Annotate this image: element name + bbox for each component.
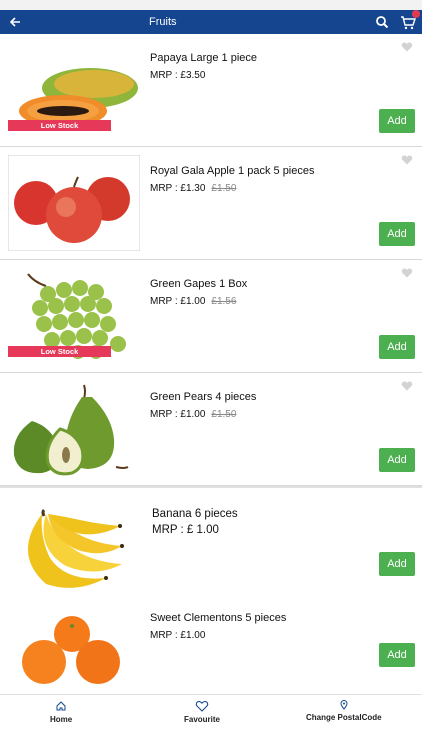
current-price: MRP : £1.00 [150, 409, 206, 420]
heart-outline-icon [195, 700, 209, 712]
current-price: MRP : £1.00 [150, 630, 206, 641]
product-price: MRP : £ 1.00 [152, 524, 219, 536]
product-name[interactable]: Sweet Clementons 5 pieces [150, 612, 286, 624]
heart-icon[interactable] [401, 267, 413, 279]
cart-badge [412, 10, 420, 18]
nav-favourite-label: Favourite [184, 715, 221, 724]
product-name[interactable]: Banana 6 pieces [152, 508, 238, 520]
product-price: MRP : £1.00 [150, 630, 205, 641]
add-button[interactable]: Add [379, 109, 415, 133]
product-list: Low Stock Papaya Large 1 piece MRP : £3.… [0, 34, 422, 694]
location-pin-icon [340, 700, 348, 710]
old-price: £1.50 [211, 409, 237, 420]
nav-change-postal-label: Change PostalCode [306, 713, 382, 722]
add-button[interactable]: Add [379, 552, 415, 576]
heart-icon[interactable] [401, 154, 413, 166]
product-name[interactable]: Papaya Large 1 piece [150, 52, 257, 64]
product-row: Sweet Clementons 5 pieces MRP : £1.00 Ad… [0, 596, 422, 694]
bottom-navigation: Home Favourite Change PostalCode [0, 694, 422, 751]
nav-home[interactable]: Home [50, 700, 72, 724]
current-price: MRP : £3.50 [150, 70, 206, 81]
product-row: Green Pears 4 pieces MRP : £1.00 £1.50 Ad… [0, 373, 422, 486]
product-price: MRP : £1.00 £1.50 [150, 409, 236, 420]
page-title: Fruits [149, 16, 177, 28]
app-bar: Fruits [0, 10, 422, 34]
add-button[interactable]: Add [379, 643, 415, 667]
pears-image [13, 384, 129, 476]
heart-icon[interactable] [401, 380, 413, 392]
product-name[interactable]: Green Gapes 1 Box [150, 278, 247, 290]
product-row: Low Stock Green Gapes 1 Box MRP : £1.00 £… [0, 260, 422, 373]
home-icon [56, 701, 66, 711]
heart-icon[interactable] [401, 41, 413, 53]
product-row: Banana 6 pieces MRP : £ 1.00 Add [0, 486, 422, 598]
nav-favourite[interactable]: Favourite [184, 700, 220, 724]
product-price: MRP : £1.30 £1.50 [150, 183, 236, 194]
clementines-image [22, 616, 120, 684]
product-price: MRP : £3.50 [150, 70, 205, 81]
add-button[interactable]: Add [379, 222, 415, 246]
nav-change-postal[interactable]: Change PostalCode [306, 700, 382, 722]
banana-image [27, 508, 124, 588]
arrow-left-icon[interactable] [6, 11, 24, 33]
current-price: MRP : £1.00 [150, 296, 206, 307]
status-bar [0, 0, 422, 10]
add-button[interactable]: Add [379, 335, 415, 359]
apple-image [8, 155, 140, 251]
product-row: Royal Gala Apple 1 pack 5 pieces MRP : £… [0, 147, 422, 260]
old-price: £1.56 [211, 296, 237, 307]
product-row: Low Stock Papaya Large 1 piece MRP : £3.… [0, 34, 422, 147]
current-price: MRP : £1.30 [150, 183, 206, 194]
current-price: MRP : £ 1.00 [152, 524, 219, 536]
search-icon[interactable] [373, 13, 391, 31]
product-name[interactable]: Royal Gala Apple 1 pack 5 pieces [150, 165, 315, 177]
old-price: £1.50 [211, 183, 237, 194]
product-price: MRP : £1.00 £1.56 [150, 296, 236, 307]
low-stock-badge: Low Stock [8, 120, 111, 131]
product-name[interactable]: Green Pears 4 pieces [150, 391, 256, 403]
nav-home-label: Home [50, 715, 73, 724]
add-button[interactable]: Add [379, 448, 415, 472]
low-stock-badge: Low Stock [8, 346, 111, 357]
